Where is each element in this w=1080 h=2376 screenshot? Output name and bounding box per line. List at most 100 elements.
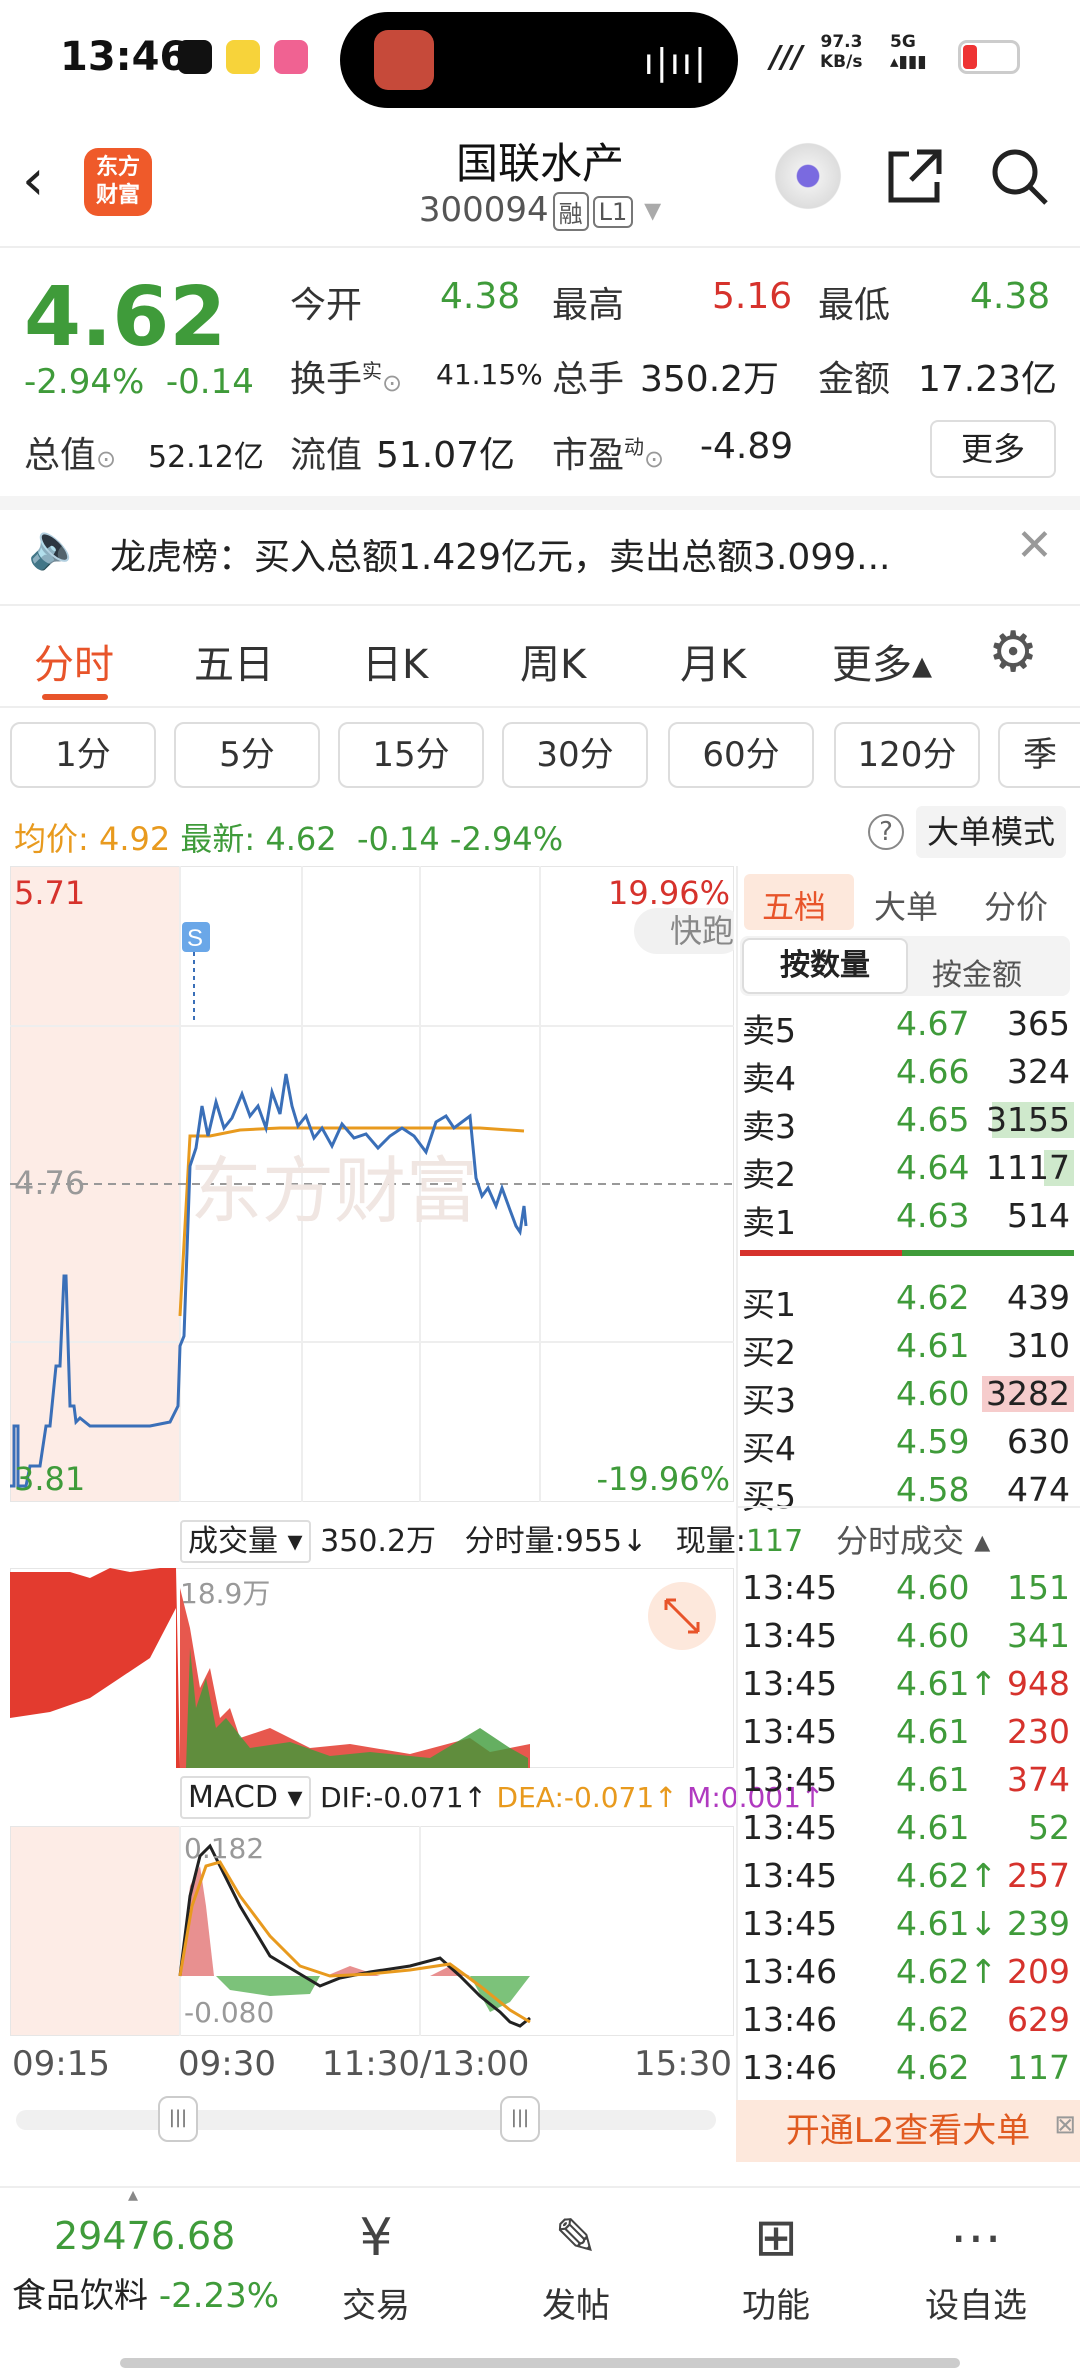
tab-five-levels[interactable]: 五档 [762, 882, 826, 928]
back-icon[interactable]: ‹ [22, 148, 44, 213]
big-order-mode-button[interactable]: 大单模式 [916, 806, 1066, 858]
more-dots-icon: ⋯ [950, 2208, 1002, 2268]
gear-icon[interactable]: ⚙ [988, 620, 1038, 685]
y-axis-mid: 4.76 [14, 1164, 86, 1202]
trade-time: 13:46 [742, 1952, 838, 1991]
tab-price-distribution[interactable]: 分价 [984, 882, 1048, 928]
sub-tab-by-volume[interactable]: 按数量 [742, 938, 908, 994]
y-axis-min: 3.81 [14, 1460, 86, 1498]
add-watchlist-button[interactable]: ⋯ 设自选 [906, 2198, 1046, 2327]
eastmoney-logo[interactable]: 东方 财富 [84, 148, 152, 216]
buy-5-label: 买5 [742, 1477, 796, 1516]
scroll-handle-right[interactable]: ||| [500, 2096, 540, 2142]
close-icon[interactable]: ⊠ [1054, 2094, 1076, 2156]
stock-code-row[interactable]: 300094 融 L1 ▾ [340, 190, 740, 231]
trade-price: 4.61 [896, 1712, 970, 1751]
buy-4-label: 买4 [742, 1429, 796, 1468]
volume-selector[interactable]: 成交量 ▾ [180, 1520, 311, 1563]
period-15min[interactable]: 15分 [338, 722, 484, 788]
bottom-toolbar: ▴ 29476.68 食品饮料 -2.23% ¥ 交易 ✎ 发帖 ⊞ 功能 ⋯ 设自选 [0, 2182, 1080, 2376]
period-60min[interactable]: 60分 [668, 722, 814, 788]
period-30min[interactable]: 30分 [502, 722, 648, 788]
app-notification-icon [226, 40, 260, 74]
help-icon[interactable]: ? [868, 814, 904, 850]
post-button[interactable]: ✎ 发帖 [506, 2198, 646, 2327]
search-icon[interactable] [984, 144, 1056, 216]
cell-signal: 5G ▴▮▮▮ [890, 32, 927, 72]
sell-3-price: 4.65 [896, 1100, 970, 1139]
buy-2-vol: 310 [1007, 1326, 1070, 1365]
sell-4-label: 卖4 [742, 1059, 796, 1098]
dynamic-island[interactable]: ı|ıı| [340, 12, 738, 108]
trade-volume: 948 [1007, 1664, 1070, 1703]
trade-volume: 341 [1007, 1616, 1070, 1655]
tab-weekly[interactable]: 周K [520, 632, 586, 690]
sell-2-vol: 1117 [986, 1148, 1070, 1187]
trade-volume: 629 [1007, 2000, 1070, 2039]
float-cap-value: 51.07亿 [376, 435, 516, 476]
chart-tabs: 分时 五日 日K 周K 月K 更多▴ ⚙ [0, 604, 1080, 708]
tab-intraday[interactable]: 分时 [34, 632, 114, 690]
close-icon[interactable]: ✕ [1016, 520, 1053, 571]
buy-sell-ratio-bar [740, 1250, 902, 1256]
sector-index[interactable]: 29476.68 [54, 2214, 235, 2258]
sub-tab-by-amount[interactable]: 按金额 [932, 950, 1022, 994]
home-indicator[interactable] [120, 2358, 960, 2368]
buy-5-vol: 474 [1007, 1470, 1070, 1509]
open-l2-banner[interactable]: 开通L2查看大单 ⊠ [736, 2100, 1080, 2162]
news-text: 龙虎榜：买入总额1.429亿元，卖出总额3.099... [110, 537, 891, 578]
volume-chart[interactable]: 18.9万 [9, 1567, 735, 1769]
quick-run-tag[interactable]: 快跑 [670, 913, 734, 949]
period-120min[interactable]: 120分 [834, 722, 980, 788]
tab-monthly[interactable]: 月K [680, 632, 746, 690]
grid-icon: ⊞ [754, 2208, 798, 2268]
buy-3-vol: 3282 [986, 1374, 1070, 1413]
stock-code: 300094 [418, 190, 549, 230]
ai-assistant-icon[interactable] [770, 138, 846, 214]
battery-icon [958, 40, 1020, 74]
trade-volume: 374 [1007, 1760, 1070, 1799]
intraday-chart[interactable]: 东方财富 S 快跑 5.71 4.76 3.81 19.96% -19.96% [9, 865, 744, 1503]
trade-price: 4.62↑ [896, 1856, 998, 1895]
news-ticker[interactable]: 🔈 龙虎榜：买入总额1.429亿元，卖出总额3.099... ✕ [0, 498, 1080, 604]
watermark: 东方财富 [190, 1152, 478, 1232]
trade-volume: 230 [1007, 1712, 1070, 1751]
audio-bars-icon: ı|ıı| [643, 42, 708, 83]
trade-time: 13:45 [742, 1760, 838, 1799]
trade-price: 4.62↑ [896, 1952, 998, 1991]
x-axis-close: 15:30 [634, 2044, 732, 2084]
order-book-panel: 五档 大单 分价 按数量 按金额 卖5 4.67 365 卖4 4.66 324… [736, 866, 1080, 2166]
period-quarter[interactable]: 季 [998, 722, 1080, 788]
buy-4-price: 4.59 [896, 1422, 970, 1461]
float-cap-label: 流值 [290, 435, 363, 476]
share-icon[interactable] [878, 144, 950, 216]
amount-label: 金额 [818, 359, 891, 400]
sector-info[interactable]: 食品饮料 -2.23% [12, 2268, 279, 2317]
x-axis-open: 09:30 [178, 2044, 276, 2084]
macd-max-label: 0.182 [184, 1832, 265, 1865]
period-5min[interactable]: 5分 [174, 722, 320, 788]
tab-five-day[interactable]: 五日 [194, 632, 274, 690]
tab-more[interactable]: 更多▴ [832, 632, 932, 690]
trade-volume: 52 [1028, 1808, 1070, 1847]
chart-scrollbar[interactable] [16, 2110, 716, 2130]
buy-1-vol: 439 [1007, 1278, 1070, 1317]
more-button[interactable]: 更多 [930, 420, 1056, 478]
price-change: -2.94% -0.14 [24, 362, 254, 402]
sell-signal-marker[interactable]: S [187, 925, 203, 952]
scroll-handle-left[interactable]: ||| [158, 2096, 198, 2142]
sell-1-price: 4.63 [896, 1196, 970, 1235]
turnover-label: 换手实⊙ [290, 359, 403, 400]
sell-1-label: 卖1 [742, 1203, 796, 1242]
trades-title[interactable]: 分时成交 ▴ [836, 1516, 990, 1562]
macd-selector[interactable]: MACD ▾ [180, 1776, 311, 1819]
chevron-up-icon[interactable]: ▴ [128, 2182, 138, 2206]
trade-price: 4.60 [896, 1616, 970, 1655]
macd-chart[interactable]: 0.182 -0.080 [9, 1825, 735, 2037]
period-1min[interactable]: 1分 [10, 722, 156, 788]
sell-5-label: 卖5 [742, 1011, 796, 1050]
tab-daily[interactable]: 日K [362, 632, 428, 690]
tab-big-orders[interactable]: 大单 [874, 882, 938, 928]
functions-button[interactable]: ⊞ 功能 [706, 2198, 846, 2327]
trade-button[interactable]: ¥ 交易 [306, 2198, 446, 2327]
